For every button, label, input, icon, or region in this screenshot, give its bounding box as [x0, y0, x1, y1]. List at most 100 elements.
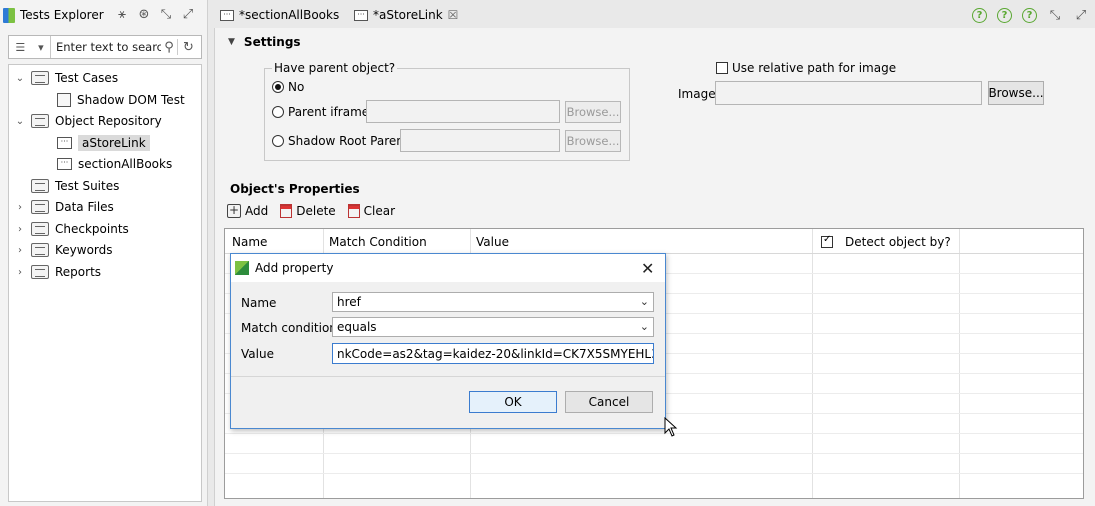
folder-icon: [31, 114, 49, 128]
radio-shadow-root-parent[interactable]: Shadow Root Parent: [272, 134, 409, 148]
ok-button[interactable]: OK: [469, 391, 557, 413]
tree-item-test-suites[interactable]: Test Suites: [31, 176, 119, 196]
folder-icon: [31, 71, 49, 85]
radio-icon: [272, 135, 284, 147]
explorer-tree: ⌄ Test Cases Shadow DOM Test ⌄ Object Re…: [8, 64, 202, 502]
cancel-button[interactable]: Cancel: [565, 391, 653, 413]
maximize-icon[interactable]: ⤢: [1073, 7, 1089, 23]
maximize-icon[interactable]: ⤢: [180, 6, 196, 22]
chevron-down-icon[interactable]: ⌄: [15, 73, 25, 84]
tab-label: *sectionAllBooks: [239, 8, 340, 22]
tree-item-label: Test Cases: [55, 71, 119, 85]
image-path-field[interactable]: [715, 81, 982, 105]
dialog-title-bar[interactable]: Add property: [231, 254, 665, 282]
chevron-down-icon: ⌄: [639, 320, 649, 333]
minimize-icon[interactable]: ⤡: [1047, 7, 1063, 23]
column-header-label: Detect object by?: [845, 235, 951, 249]
katalon-logo-icon: [235, 261, 249, 275]
tree-item-checkpoints[interactable]: › Checkpoints: [15, 219, 129, 239]
match-condition-label: Match condition: [241, 321, 337, 335]
value-input[interactable]: nkCode=as2&tag=kaidez-20&linkId=CK7X5SMY…: [332, 343, 654, 364]
dialog-title: Add property: [255, 261, 334, 275]
clear-properties-button[interactable]: Clear: [347, 204, 395, 218]
tree-item-label: Object Repository: [55, 114, 162, 128]
close-icon[interactable]: ✕: [641, 259, 654, 278]
chevron-down-icon[interactable]: ⌄: [15, 116, 25, 127]
folder-icon: [31, 200, 49, 214]
tree-item-label: sectionAllBooks: [78, 157, 173, 171]
column-header-value[interactable]: Value: [476, 235, 509, 249]
name-select[interactable]: href ⌄: [332, 292, 654, 312]
tree-item-label: Shadow DOM Test: [77, 93, 185, 107]
tree-item-label: Checkpoints: [55, 222, 129, 236]
filter-bar: ☰ ▾ ⚲ ↻: [8, 35, 202, 59]
help-icon[interactable]: ?: [997, 7, 1012, 23]
refresh-search-icon[interactable]: ⊛: [136, 6, 152, 22]
delete-icon: [280, 204, 293, 218]
image-browse-button[interactable]: Browse...: [988, 81, 1044, 105]
checkbox-checked-icon[interactable]: [821, 234, 833, 248]
tab-astorelink[interactable]: ··· *aStoreLink ☒: [354, 4, 458, 26]
help-icon[interactable]: ?: [1022, 7, 1037, 23]
editor-tab-bar: ··· *sectionAllBooks ··· *aStoreLink ☒ ?…: [214, 4, 1095, 26]
shadow-root-field[interactable]: [400, 129, 560, 152]
relative-path-checkbox[interactable]: Use relative path for image: [716, 61, 896, 75]
parent-iframe-field[interactable]: [366, 100, 560, 123]
tree-item-shadow-dom-test[interactable]: Shadow DOM Test: [57, 90, 185, 110]
tab-sectionallbooks[interactable]: ··· *sectionAllBooks: [220, 4, 339, 26]
radio-parent-iframe[interactable]: Parent iframe: [272, 105, 369, 119]
tree-item-keywords[interactable]: › Keywords: [15, 240, 113, 260]
shadow-root-browse-button[interactable]: Browse...: [565, 130, 621, 152]
match-condition-select[interactable]: equals ⌄: [332, 317, 654, 337]
search-input[interactable]: [51, 40, 161, 54]
parent-iframe-browse-button[interactable]: Browse...: [565, 101, 621, 123]
chevron-right-icon[interactable]: ›: [15, 267, 25, 278]
tree-item-object-repository[interactable]: ⌄ Object Repository: [15, 111, 162, 131]
tests-explorer-panel: Tests Explorer ⚹ ⊛ ⤡ ⤢ ☰ ▾ ⚲ ↻ ⌄ Test Ca…: [0, 0, 208, 506]
column-header-match-condition[interactable]: Match Condition: [329, 235, 427, 249]
radio-selected-icon: [272, 81, 284, 93]
chevron-right-icon[interactable]: ›: [15, 224, 25, 235]
collapse-triangle-icon: ▼: [228, 37, 235, 47]
filter-options-button[interactable]: ☰ ▾: [9, 36, 51, 58]
close-icon[interactable]: ☒: [448, 8, 459, 22]
name-label: Name: [241, 296, 277, 310]
tests-explorer-tab[interactable]: Tests Explorer: [3, 4, 104, 26]
image-label: Image: [678, 87, 716, 101]
column-header-detect-object[interactable]: Detect object by?: [821, 234, 951, 249]
web-object-icon: ···: [354, 9, 368, 21]
add-icon: +: [227, 203, 241, 218]
tree-item-label: Keywords: [55, 243, 113, 257]
delete-property-button[interactable]: Delete: [280, 204, 336, 218]
chevron-right-icon[interactable]: ›: [15, 245, 25, 256]
settings-section-header[interactable]: ▼ Settings: [228, 35, 301, 49]
checkbox-icon: [716, 62, 728, 74]
tree-item-data-files[interactable]: › Data Files: [15, 197, 114, 217]
filter-list-icon: ☰: [15, 40, 26, 54]
column-divider: [812, 229, 813, 498]
value-label: Value: [241, 347, 274, 361]
add-property-button[interactable]: + Add: [227, 204, 268, 218]
column-divider: [959, 229, 960, 498]
tree-item-test-cases[interactable]: ⌄ Test Cases: [15, 68, 118, 88]
minimize-icon[interactable]: ⤡: [158, 6, 174, 22]
help-icon[interactable]: ?: [972, 7, 987, 23]
pin-icon[interactable]: ⚹: [114, 6, 130, 22]
radio-no[interactable]: No: [272, 80, 304, 94]
row-divider: [225, 473, 1083, 474]
name-select-value: href: [337, 295, 361, 309]
tree-item-astorelink[interactable]: ··· aStoreLink: [57, 133, 150, 153]
tab-label: *aStoreLink: [373, 8, 443, 22]
delete-label: Delete: [296, 204, 336, 218]
folder-icon: [31, 265, 49, 279]
radio-label: No: [288, 80, 305, 94]
column-header-name[interactable]: Name: [232, 235, 267, 249]
search-icon[interactable]: ⚲: [161, 39, 177, 55]
tree-item-sectionallbooks[interactable]: ··· sectionAllBooks: [57, 154, 172, 174]
tree-item-reports[interactable]: › Reports: [15, 262, 101, 282]
folder-icon: [31, 243, 49, 257]
web-object-icon: ···: [57, 158, 72, 170]
mouse-cursor-icon: [664, 417, 678, 437]
chevron-right-icon[interactable]: ›: [15, 202, 25, 213]
advanced-search-icon[interactable]: ↻: [177, 39, 199, 55]
